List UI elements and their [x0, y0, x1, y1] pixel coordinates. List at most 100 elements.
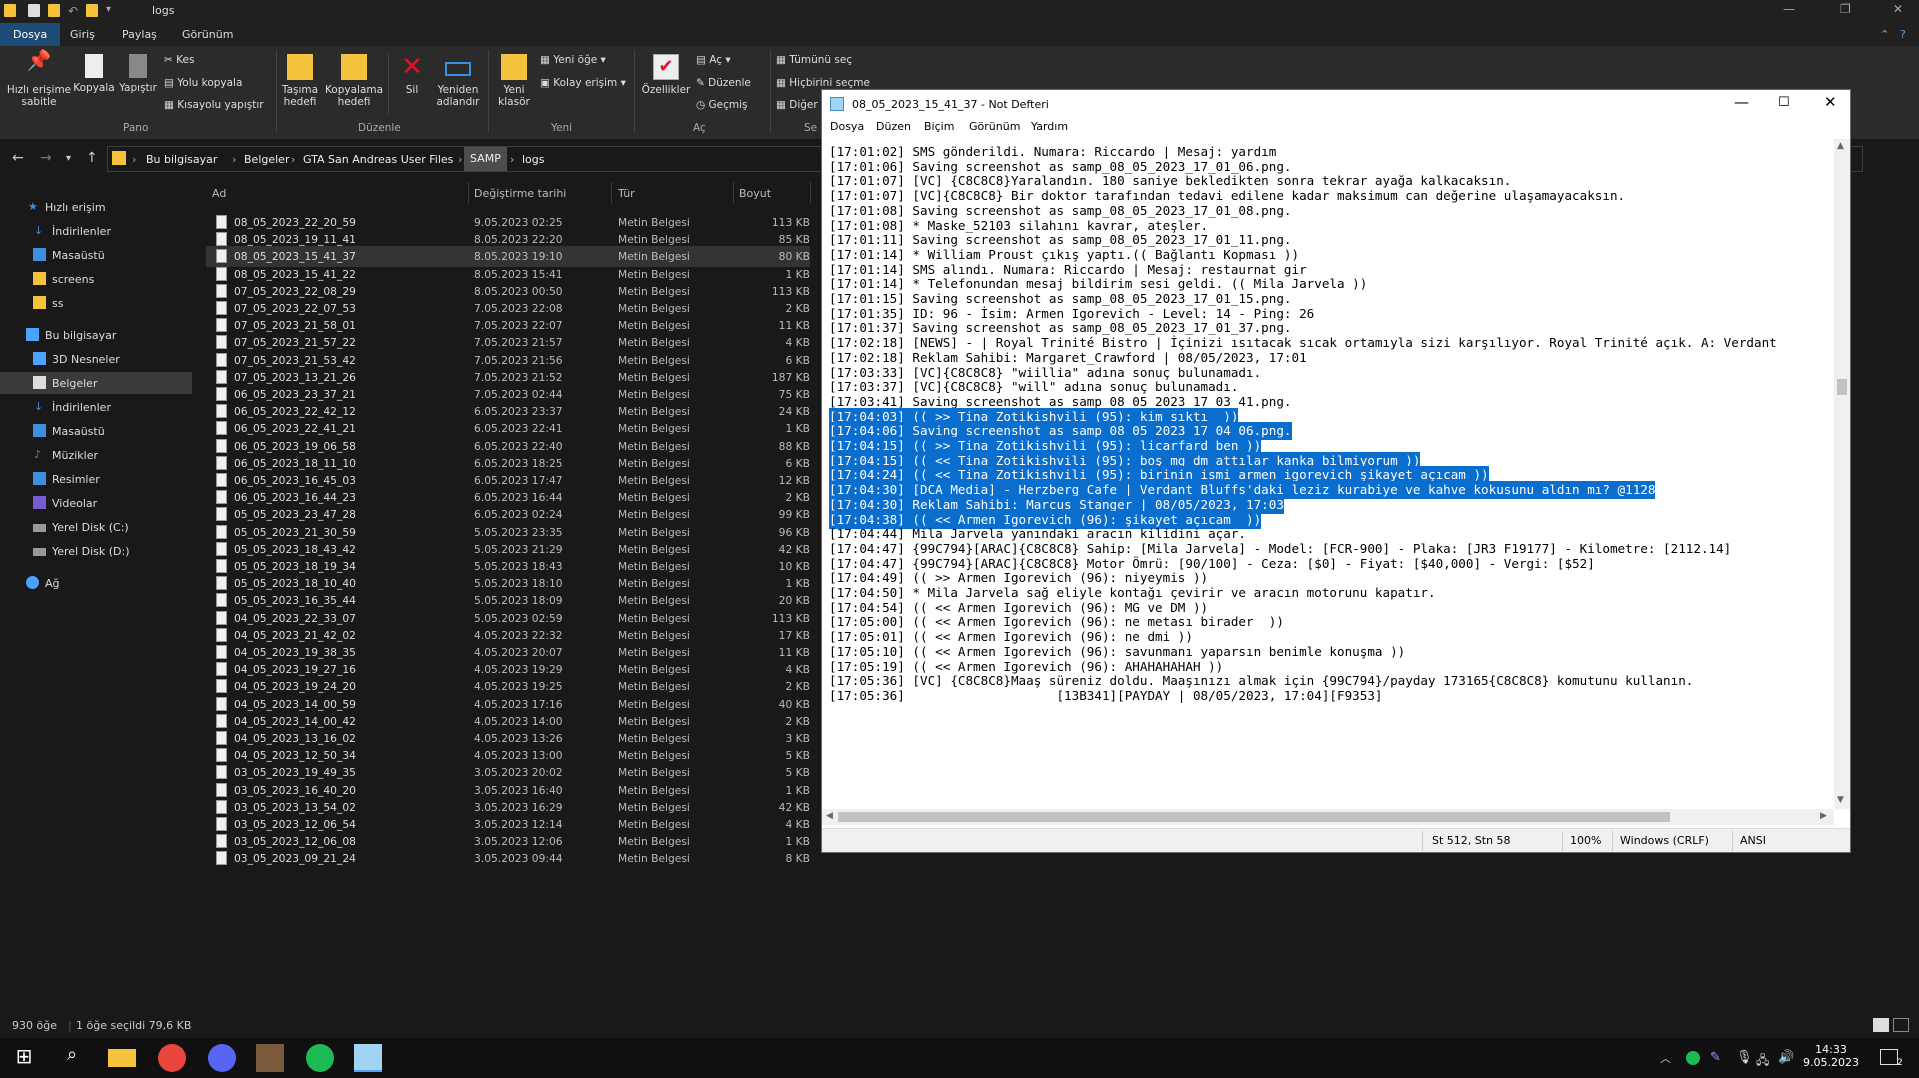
discord-icon[interactable] — [208, 1044, 236, 1072]
help-icon[interactable]: ? — [1900, 28, 1906, 41]
tab-dosya[interactable]: Dosya — [0, 23, 61, 46]
scroll-right-icon[interactable]: ▶ — [1820, 811, 1827, 821]
scroll-down-icon[interactable]: ▼ — [1837, 795, 1844, 805]
sidebar-item-pictures[interactable]: Resimler — [0, 468, 192, 490]
sidebar-item-disk-c[interactable]: Yerel Disk (C:) — [0, 516, 192, 538]
cut-button[interactable]: ✂ Kes — [164, 54, 194, 66]
spotify-tray-icon[interactable] — [1686, 1051, 1700, 1065]
tab-paylas[interactable]: Paylaş — [122, 28, 157, 41]
properties-icon[interactable] — [28, 4, 40, 17]
sidebar-item-this-pc[interactable]: Bu bilgisayar — [0, 324, 192, 346]
delete-button[interactable]: ✕ Sil — [392, 54, 432, 96]
tab-gorunum[interactable]: Görünüm — [182, 28, 233, 41]
sidebar-item-downloads-pc[interactable]: ↓ İndirilenler — [0, 396, 192, 418]
breadcrumb-logs[interactable]: logs — [522, 153, 545, 166]
volume-icon[interactable]: 🔊 — [1778, 1050, 1794, 1065]
breadcrumb-bu-bilgisayar[interactable]: Bu bilgisayar — [146, 153, 217, 166]
sidebar-item-downloads[interactable]: ↓ İndirilenler — [0, 220, 192, 242]
menu-bicim[interactable]: Biçim — [924, 120, 954, 133]
recent-locations-icon[interactable]: ▾ — [66, 153, 71, 164]
file-row[interactable]: 03_05_2023_09_21_24 3.05.2023 09:44 Metin … — [206, 848, 810, 869]
scroll-thumb-horizontal[interactable] — [838, 812, 1670, 822]
sidebar-item-documents[interactable]: Belgeler — [0, 372, 192, 394]
file-explorer-icon[interactable] — [108, 1049, 136, 1067]
up-arrow-icon[interactable]: ↑ — [86, 150, 98, 166]
column-size[interactable]: Boyut — [739, 187, 771, 200]
sidebar-item-desktop[interactable]: Masaüstü — [0, 244, 192, 266]
horizontal-scrollbar[interactable]: ◀ ▶ — [822, 809, 1834, 825]
column-date[interactable]: Değiştirme tarihi — [474, 187, 566, 200]
maximize-icon[interactable]: ❐ — [1840, 2, 1851, 16]
chrome-icon[interactable] — [158, 1044, 186, 1072]
notification-center-icon[interactable] — [1880, 1049, 1898, 1065]
spotify-icon[interactable] — [306, 1044, 334, 1072]
customize-quick-access-icon[interactable]: ▾ — [106, 4, 118, 17]
network-tray-icon[interactable]: 🖧 — [1756, 1051, 1769, 1072]
menu-yardim[interactable]: Yardım — [1031, 120, 1068, 133]
select-none-button[interactable]: ▦ Hiçbirini seçme — [776, 77, 870, 89]
ribbon-collapse-icon[interactable]: ⌃ — [1880, 28, 1889, 41]
sidebar-item-videos[interactable]: Videolar — [0, 492, 192, 514]
show-hidden-icons-icon[interactable]: ︿ — [1660, 1050, 1671, 1066]
breadcrumb-gta-user-files[interactable]: GTA San Andreas User Files — [303, 153, 453, 166]
scroll-left-icon[interactable]: ◀ — [826, 811, 833, 821]
clock[interactable]: 14:33 9.05.2023 — [1800, 1043, 1862, 1069]
copy-path-button[interactable]: ▤ Yolu kopyala — [164, 77, 242, 89]
vertical-scrollbar[interactable]: ▲ ▼ — [1834, 139, 1850, 809]
search-icon[interactable]: ⌕ — [58, 1044, 86, 1072]
column-type[interactable]: Tür — [618, 187, 635, 200]
sidebar-item-music[interactable]: ♪ Müzikler — [0, 444, 192, 466]
column-divider[interactable] — [810, 182, 811, 204]
sidebar-item-disk-d[interactable]: Yerel Disk (D:) — [0, 540, 192, 562]
windows-start-icon[interactable]: ⊞ — [10, 1044, 38, 1072]
menu-duzen[interactable]: Düzen — [876, 120, 911, 133]
invert-selection-button[interactable]: ▦ Diğer — [776, 99, 818, 111]
game-icon[interactable] — [256, 1044, 284, 1072]
paste-button[interactable]: Yapıştır — [116, 54, 160, 94]
notepad-text-area[interactable]: [17:01:02] SMS gönderildi. Numara: Ricca… — [822, 139, 1834, 809]
sidebar-item-3d-objects[interactable]: 3D Nesneler — [0, 348, 192, 370]
column-divider[interactable] — [611, 182, 612, 204]
select-all-button[interactable]: ▦ Tümünü seç — [776, 54, 852, 66]
sidebar-item-quick-access[interactable]: ★ Hızlı erişim — [0, 196, 192, 218]
open-button[interactable]: ▤ Aç ▾ — [696, 54, 731, 66]
breadcrumb-belgeler[interactable]: Belgeler — [244, 153, 289, 166]
rename-button[interactable]: Yeniden adlandır — [432, 54, 484, 108]
details-view-icon[interactable] — [1873, 1018, 1889, 1032]
sidebar-item-desktop-pc[interactable]: Masaüstü — [0, 420, 192, 442]
minimize-icon[interactable]: — — [1734, 93, 1749, 111]
forward-arrow-icon[interactable]: → — [40, 150, 52, 166]
notepad-taskbar-icon[interactable] — [354, 1044, 382, 1072]
folder-check-icon[interactable] — [86, 4, 98, 17]
large-icons-view-icon[interactable] — [1893, 1018, 1909, 1032]
pin-quick-access-button[interactable]: 📌 Hızlı erişime sabitle — [4, 50, 74, 108]
undo-icon[interactable]: ↶ — [68, 4, 80, 18]
close-icon[interactable]: ✕ — [1824, 93, 1837, 111]
move-to-button[interactable]: Taşıma hedefi — [280, 54, 320, 108]
tab-giris[interactable]: Giriş — [70, 28, 95, 41]
paste-shortcut-button[interactable]: ▦ Kısayolu yapıştır — [164, 99, 264, 111]
menu-dosya[interactable]: Dosya — [830, 120, 864, 133]
scroll-up-icon[interactable]: ▲ — [1837, 141, 1844, 151]
back-arrow-icon[interactable]: ← — [12, 150, 24, 166]
sidebar-item-network[interactable]: Ağ — [0, 572, 192, 594]
minimize-icon[interactable]: — — [1783, 2, 1795, 16]
properties-button[interactable]: ✔ Özellikler — [638, 54, 694, 96]
menu-gorunum[interactable]: Görünüm — [969, 120, 1020, 133]
sidebar-item-ss[interactable]: ss — [0, 292, 192, 314]
maximize-icon[interactable]: ☐ — [1778, 95, 1790, 110]
copy-button[interactable]: Kopyala — [72, 54, 116, 94]
edit-button[interactable]: ✎ Düzenle — [696, 77, 751, 89]
microphone-icon[interactable]: 🎙 — [1736, 1050, 1753, 1065]
new-folder-icon[interactable] — [48, 4, 60, 17]
history-button[interactable]: ◷ Geçmiş — [696, 99, 748, 111]
copy-to-button[interactable]: Kopyalama hedefi — [324, 54, 384, 108]
new-folder-button[interactable]: Yeni klasör — [492, 54, 536, 108]
column-divider[interactable] — [468, 182, 469, 204]
new-item-button[interactable]: ▦ Yeni öğe ▾ — [540, 54, 606, 66]
column-name[interactable]: Ad — [212, 187, 226, 200]
easy-access-button[interactable]: ▣ Kolay erişim ▾ — [540, 77, 626, 89]
pen-tray-icon[interactable]: ✎ — [1710, 1050, 1721, 1065]
close-icon[interactable]: ✕ — [1893, 2, 1903, 16]
scroll-thumb[interactable] — [1837, 379, 1847, 395]
